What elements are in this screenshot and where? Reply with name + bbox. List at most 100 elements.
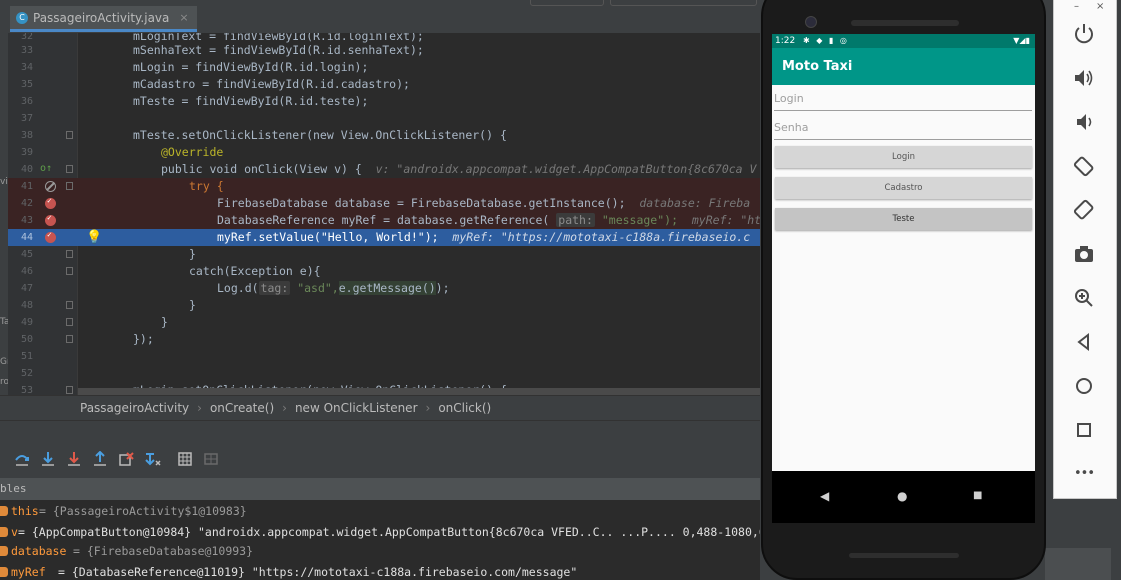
- code-line: 49}: [20, 315, 168, 329]
- force-step-into-icon[interactable]: [66, 451, 82, 467]
- code-line-current: 44💡myRef.setValue("Hello, World!"); myRe…: [8, 229, 760, 246]
- overview-icon[interactable]: [1071, 417, 1097, 443]
- rotate-left-icon[interactable]: [1071, 153, 1097, 179]
- code-line: 47 Log.d(tag: "asd",e.getMessage());: [20, 281, 450, 295]
- step-over-icon[interactable]: [14, 451, 30, 467]
- android-nav-bar: ◀ ● ■: [772, 471, 1035, 523]
- rotate-right-icon[interactable]: [1071, 197, 1097, 223]
- code-line: 39 @Override: [20, 145, 224, 159]
- power-icon[interactable]: [1071, 21, 1097, 47]
- tab-close-icon[interactable]: ×: [179, 11, 188, 24]
- step-out-icon[interactable]: [92, 451, 108, 467]
- left-tool-strip: vi Ta Gr ro o: [0, 33, 11, 407]
- breakpoint-icon[interactable]: [45, 230, 56, 243]
- code-line: 51: [20, 351, 33, 362]
- toolbar-field[interactable]: [610, 0, 757, 6]
- trace-stream-icon[interactable]: [203, 451, 219, 467]
- evaluate-expression-icon[interactable]: [177, 451, 193, 467]
- code-line: 48}: [20, 298, 196, 312]
- variable-row[interactable]: v = {AppCompatButton@10984} "androidx.ap…: [0, 522, 760, 542]
- notification-icons: ✱ ◆ ▮ ◎: [803, 36, 849, 45]
- breadcrumb: PassageiroActivity › onCreate() › new OnCl…: [0, 395, 760, 420]
- override-icon[interactable]: o↑: [40, 163, 52, 174]
- volume-down-icon[interactable]: [1071, 109, 1097, 135]
- variables-title: bles: [0, 482, 27, 495]
- code-line: 40 o↑ public void onClick(View v) { v: "an…: [20, 162, 757, 176]
- signal-battery-icons: ▼◢▮: [1013, 36, 1030, 45]
- front-camera: [805, 16, 817, 28]
- breadcrumb-class[interactable]: PassageiroActivity: [80, 401, 189, 415]
- nav-back-icon[interactable]: ◀: [820, 489, 829, 503]
- android-status-bar: 1:22 ✱ ◆ ▮ ◎ ▼◢▮: [772, 34, 1035, 48]
- variable-row[interactable]: this = {PassageiroActivity$1@10983}: [0, 501, 760, 521]
- cadastro-button[interactable]: Cadastro: [775, 177, 1032, 199]
- code-line: 33 mSenhaText = findViewById(R.id.senhaTe…: [20, 43, 424, 57]
- variables-panel-header: bles: [0, 478, 760, 500]
- fold-icon[interactable]: [66, 131, 73, 139]
- ide-status-area: [1045, 548, 1111, 580]
- fold-icon[interactable]: [66, 165, 73, 173]
- phone-speaker: [851, 20, 959, 26]
- tab-label: PassageiroActivity.java: [33, 10, 170, 25]
- more-icon[interactable]: •••: [1071, 461, 1097, 487]
- volume-up-icon[interactable]: [1071, 65, 1097, 91]
- java-class-icon: C: [16, 11, 28, 24]
- variable-row[interactable]: database = {FirebaseDatabase@10993}: [0, 541, 760, 561]
- breadcrumb-method[interactable]: onCreate(): [210, 401, 274, 415]
- phone-screen[interactable]: 1:22 ✱ ◆ ▮ ◎ ▼◢▮ Moto Taxi Login Senha L…: [772, 34, 1035, 523]
- nav-recent-icon[interactable]: ■: [973, 490, 982, 501]
- field-icon: [0, 506, 8, 516]
- teste-button[interactable]: Teste: [775, 208, 1032, 230]
- fold-icon[interactable]: [66, 386, 73, 394]
- senha-input[interactable]: Senha: [774, 117, 1032, 140]
- editor-horizontal-scrollbar[interactable]: [78, 388, 760, 395]
- code-line: 50});: [20, 332, 154, 346]
- lightbulb-icon[interactable]: 💡: [86, 230, 102, 245]
- field-icon: [0, 527, 8, 537]
- status-time: 1:22: [775, 36, 796, 46]
- breakpoint-icon[interactable]: [45, 213, 56, 226]
- fold-icon[interactable]: [66, 301, 73, 309]
- code-line: 42FirebaseDatabase database = FirebaseDa…: [8, 195, 760, 212]
- code-line: 46 catch(Exception e){: [20, 264, 321, 278]
- code-line: 41 try {: [8, 178, 760, 195]
- breakpoint-icon[interactable]: [45, 196, 56, 209]
- drop-frame-icon[interactable]: [118, 451, 134, 467]
- login-placeholder: Login: [774, 92, 804, 105]
- run-to-cursor-icon[interactable]: [145, 451, 161, 467]
- tab-passageiro-activity[interactable]: C PassageiroActivity.java ×: [10, 6, 197, 32]
- back-icon[interactable]: [1071, 329, 1097, 355]
- code-line: 38 mTeste.setOnClickListener(new View.OnC…: [20, 128, 507, 142]
- code-line: 52: [20, 368, 33, 379]
- fold-icon[interactable]: [66, 318, 73, 326]
- muted-breakpoint-icon[interactable]: [45, 181, 56, 192]
- login-input[interactable]: Login: [774, 88, 1032, 111]
- home-icon[interactable]: [1071, 373, 1097, 399]
- login-button[interactable]: Login: [775, 146, 1032, 168]
- step-into-icon[interactable]: [40, 451, 56, 467]
- nav-home-icon[interactable]: ●: [897, 489, 907, 503]
- minimize-icon[interactable]: –: [1074, 1, 1079, 12]
- app-toolbar: Moto Taxi: [772, 48, 1035, 85]
- variables-panel[interactable]: this = {PassageiroActivity$1@10983} v = …: [0, 500, 760, 580]
- code-line: 36 mTeste = findViewById(R.id.teste);: [20, 94, 369, 108]
- zoom-icon[interactable]: [1071, 285, 1097, 311]
- code-line: 45}: [20, 247, 196, 261]
- app-title: Moto Taxi: [782, 59, 853, 74]
- breadcrumb-onclick[interactable]: onClick(): [438, 401, 491, 415]
- fold-icon[interactable]: [66, 182, 73, 190]
- code-editor[interactable]: 32 mLoginText = findViewById(R.id.loginTe…: [8, 33, 760, 395]
- strip-label[interactable]: vi: [0, 177, 8, 187]
- field-icon: [0, 567, 8, 577]
- code-line: 43DatabaseReference myRef = database.get…: [8, 212, 760, 229]
- breadcrumb-listener[interactable]: new OnClickListener: [295, 401, 418, 415]
- fold-icon[interactable]: [66, 335, 73, 343]
- code-line: 37: [20, 113, 33, 124]
- variable-row[interactable]: myRef = {DatabaseReference@11019} "https…: [0, 562, 760, 580]
- close-icon[interactable]: ×: [1096, 1, 1104, 12]
- fold-icon[interactable]: [66, 267, 73, 275]
- camera-icon[interactable]: [1071, 241, 1097, 267]
- toolbar-field[interactable]: [530, 0, 604, 6]
- code-line: 34 mLogin = findViewById(R.id.login);: [20, 60, 369, 74]
- fold-icon[interactable]: [66, 250, 73, 258]
